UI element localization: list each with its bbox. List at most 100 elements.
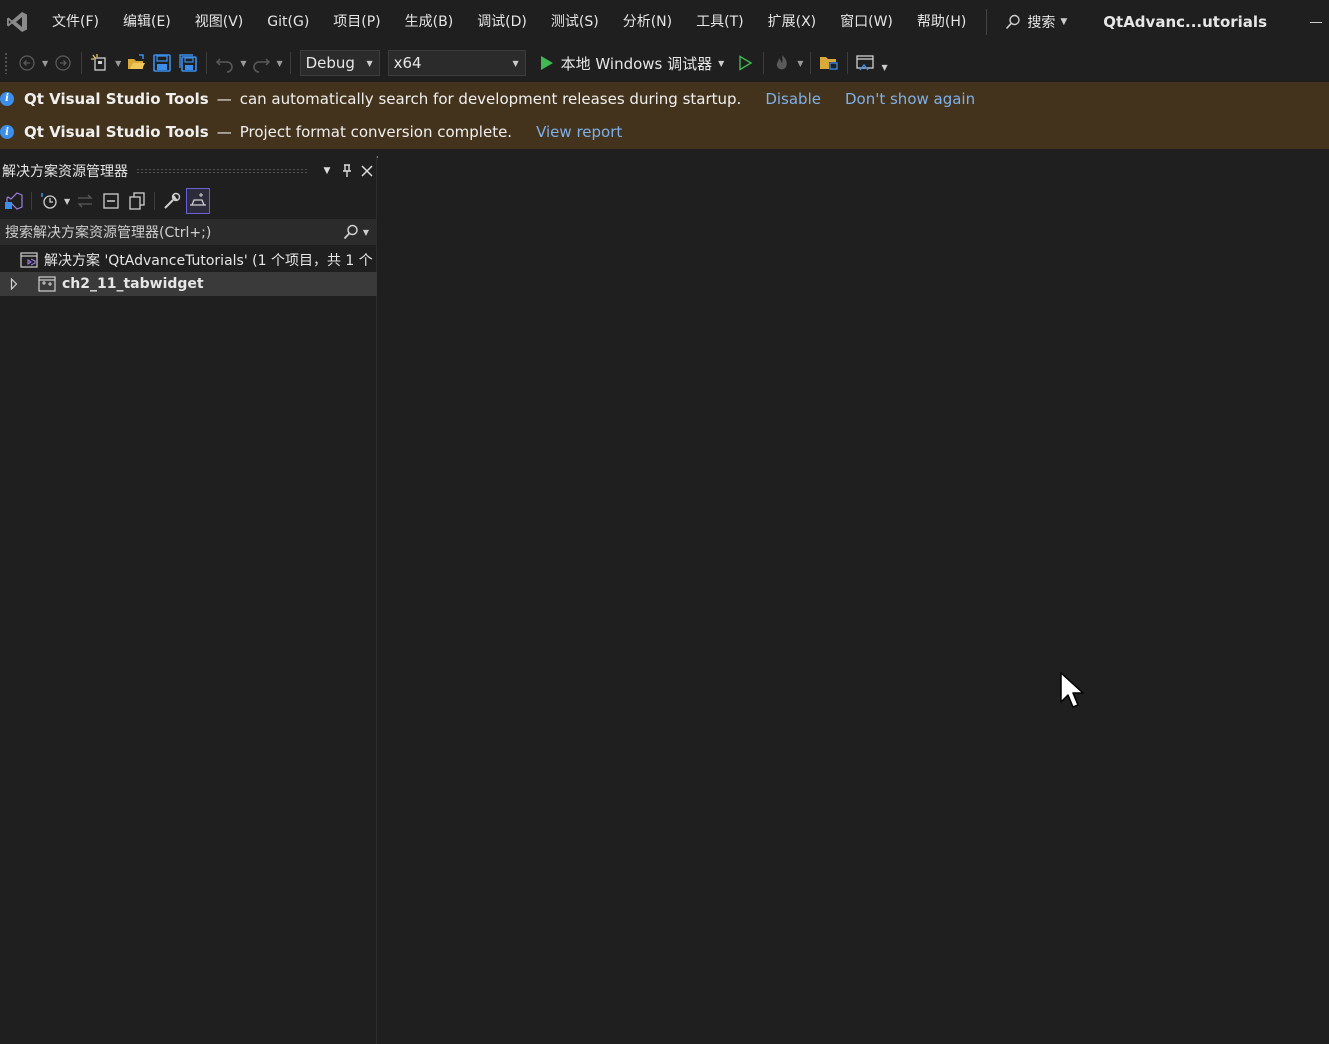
toolbar-divider xyxy=(810,52,812,74)
properties-button[interactable] xyxy=(160,188,184,214)
toolbar-divider xyxy=(31,192,32,210)
layout-toolbar-button[interactable] xyxy=(855,50,877,76)
open-folder-in-explorer-button[interactable] xyxy=(818,50,840,76)
tree-item-solution[interactable]: 解决方案 'QtAdvanceTutorials' (1 个项目，共 1 个 xyxy=(0,248,377,272)
toolbar-grip[interactable] xyxy=(4,52,8,74)
infobar-message: Project format conversion complete. xyxy=(239,123,513,141)
info-icon: i xyxy=(0,91,14,106)
menu-analyze[interactable]: 分析(N) xyxy=(611,7,684,37)
menu-tools[interactable]: 工具(T) xyxy=(684,7,755,37)
play-icon xyxy=(540,55,554,71)
chevron-down-icon[interactable]: ▼ xyxy=(240,59,246,68)
solution-explorer-panel: 解决方案资源管理器 ▼ ▼ 搜索解决方案资源管理器(Ctrl+;) ▼ 解决方案… xyxy=(0,156,377,1044)
menu-divider xyxy=(986,9,988,35)
sync-with-active-document-button[interactable] xyxy=(73,188,97,214)
start-debugging-button[interactable]: 本地 Windows 调试器 ▼ xyxy=(536,50,731,76)
menu-debug[interactable]: 调试(D) xyxy=(465,7,539,37)
document-well xyxy=(378,149,1329,1044)
visual-studio-logo-icon[interactable] xyxy=(2,0,32,44)
chevron-down-icon[interactable]: ▼ xyxy=(797,59,803,68)
collapse-all-button[interactable] xyxy=(99,188,123,214)
project-label: ch2_11_tabwidget xyxy=(62,276,204,292)
toolbar-divider xyxy=(206,52,208,74)
chevron-down-icon[interactable]: ▼ xyxy=(42,59,48,68)
chevron-down-icon: ▼ xyxy=(512,58,519,68)
chevron-down-icon[interactable]: ▼ xyxy=(276,59,282,68)
menu-git[interactable]: Git(G) xyxy=(255,7,321,37)
chevron-down-icon: ▼ xyxy=(362,227,369,237)
chevron-down-icon[interactable]: ▼ xyxy=(115,59,121,68)
preview-selected-items-button[interactable] xyxy=(186,188,211,214)
menu-edit[interactable]: 编辑(E) xyxy=(111,7,183,37)
mouse-cursor-icon xyxy=(1060,672,1086,712)
hot-reload-icon[interactable] xyxy=(771,50,793,76)
chevron-down-icon[interactable]: ▼ xyxy=(64,197,70,206)
save-button[interactable] xyxy=(151,50,173,76)
chevron-down-icon: ▼ xyxy=(323,166,331,176)
window-title: QtAdvanc...utorials xyxy=(1103,13,1267,31)
infobar-dash: — xyxy=(216,123,232,141)
dont-show-again-link[interactable]: Don't show again xyxy=(845,90,975,108)
menu-project[interactable]: 项目(P) xyxy=(321,7,392,37)
info-icon: i xyxy=(0,125,14,139)
menu-help[interactable]: 帮助(H) xyxy=(905,7,978,37)
solution-explorer-search-input[interactable]: 搜索解决方案资源管理器(Ctrl+;) ▼ xyxy=(0,219,377,245)
redo-button[interactable] xyxy=(250,50,272,76)
expand-arrow-icon[interactable] xyxy=(8,278,20,290)
solution-explorer-toolbar: ▼ xyxy=(0,186,377,216)
pin-button[interactable] xyxy=(337,161,357,181)
close-icon xyxy=(361,165,373,177)
infobar-source: Qt Visual Studio Tools xyxy=(24,123,209,141)
platform-value: x64 xyxy=(393,54,422,72)
search-label: 搜索 xyxy=(1027,15,1056,31)
start-without-debugging-button[interactable] xyxy=(734,50,756,76)
open-file-button[interactable] xyxy=(125,50,147,76)
panel-drag-handle[interactable] xyxy=(136,168,309,174)
solution-icon xyxy=(20,252,38,268)
minimize-icon[interactable] xyxy=(1309,12,1323,26)
menu-bar: 文件(F) 编辑(E) 视图(V) Git(G) 项目(P) 生成(B) 调试(… xyxy=(0,0,1329,44)
new-project-button[interactable] xyxy=(89,50,111,76)
tree-item-project[interactable]: ch2_11_tabwidget xyxy=(0,272,377,296)
navigate-forward-button[interactable] xyxy=(52,50,74,76)
save-all-button[interactable] xyxy=(177,50,199,76)
menu-view[interactable]: 视图(V) xyxy=(183,7,256,37)
undo-button[interactable] xyxy=(214,50,236,76)
view-report-link[interactable]: View report xyxy=(536,123,622,141)
window-position-button[interactable]: ▼ xyxy=(317,161,337,181)
menu-file[interactable]: 文件(F) xyxy=(40,7,111,37)
infobar-message: can automatically search for development… xyxy=(239,89,742,108)
toolbar-overflow-icon[interactable]: ▼ xyxy=(881,63,887,72)
chevron-down-icon: ▼ xyxy=(1060,17,1068,27)
menu-test[interactable]: 测试(S) xyxy=(539,7,611,37)
project-icon xyxy=(38,276,56,292)
chevron-down-icon: ▼ xyxy=(718,58,725,68)
infobar-dev-releases: i Qt Visual Studio Tools — can automatic… xyxy=(0,82,1329,115)
show-all-files-button[interactable] xyxy=(125,188,149,214)
close-button[interactable] xyxy=(357,161,377,181)
toolbar-divider xyxy=(289,52,291,74)
navigate-back-button[interactable] xyxy=(16,50,38,76)
search-options-button[interactable]: ▼ xyxy=(343,224,371,240)
pending-changes-filter-button[interactable] xyxy=(37,188,61,214)
search-icon xyxy=(343,224,358,240)
panel-title: 解决方案资源管理器 xyxy=(2,164,128,180)
solution-platform-select[interactable]: x64 ▼ xyxy=(387,50,526,76)
solution-configuration-select[interactable]: Debug ▼ xyxy=(299,50,380,76)
toolbar-divider xyxy=(763,52,765,74)
toolbar-divider xyxy=(154,192,156,210)
configuration-value: Debug xyxy=(305,54,355,72)
switch-views-button[interactable] xyxy=(2,188,26,214)
infobar-source: Qt Visual Studio Tools xyxy=(24,89,209,108)
solution-explorer-header: 解决方案资源管理器 ▼ xyxy=(0,160,377,182)
global-search-button[interactable]: 搜索 ▼ xyxy=(995,7,1077,37)
infobar-dash: — xyxy=(216,89,232,108)
menu-items: 文件(F) 编辑(E) 视图(V) Git(G) 项目(P) 生成(B) 调试(… xyxy=(40,7,978,37)
chevron-down-icon: ▼ xyxy=(366,58,373,68)
menu-window[interactable]: 窗口(W) xyxy=(828,7,905,37)
menu-build[interactable]: 生成(B) xyxy=(393,7,466,37)
menu-extensions[interactable]: 扩展(X) xyxy=(756,7,829,37)
disable-link[interactable]: Disable xyxy=(765,90,821,108)
run-target-label: 本地 Windows 调试器 xyxy=(560,54,713,73)
